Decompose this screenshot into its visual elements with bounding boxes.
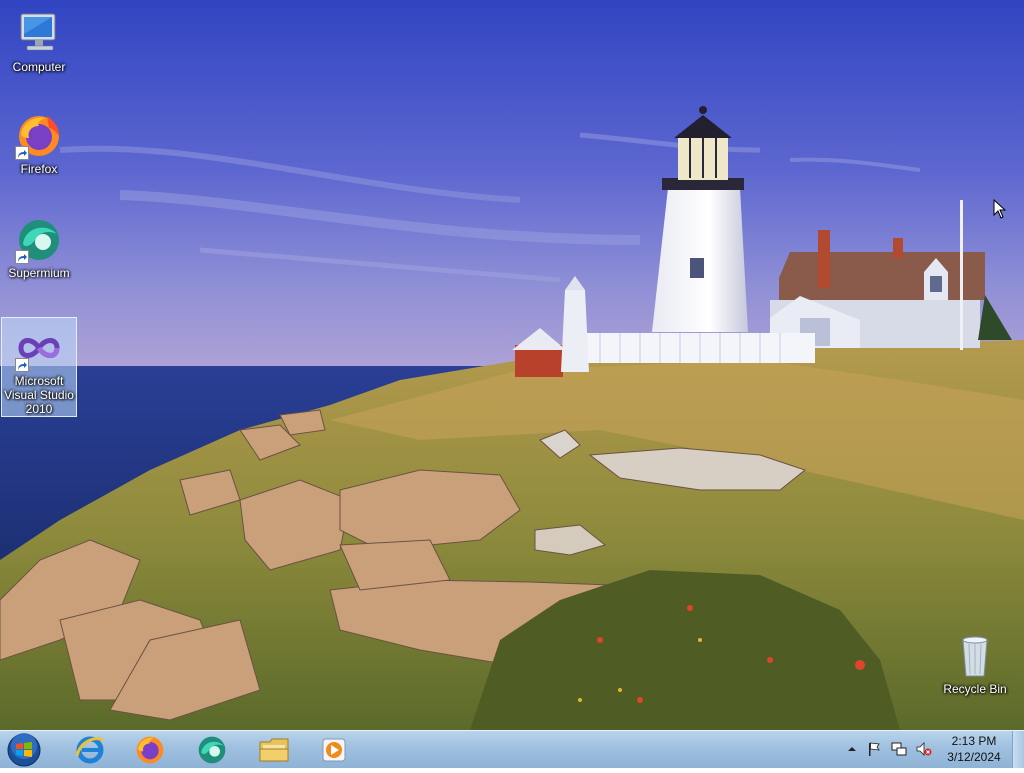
show-hidden-icons-chevron-icon[interactable] — [844, 741, 860, 757]
desktop-icon-supermium[interactable]: Supermium — [1, 210, 77, 282]
mouse-cursor-icon — [993, 198, 1007, 219]
desktop-icon-recycle-bin[interactable]: Recycle Bin — [937, 626, 1013, 700]
taskbar: 2:13 PM 3/12/2024 — [0, 730, 1024, 768]
folder-icon — [259, 738, 289, 761]
visual-studio-icon — [15, 324, 63, 372]
desktop-wallpaper — [0, 0, 1024, 730]
shortcut-arrow-icon — [15, 146, 29, 160]
shortcut-arrow-icon — [15, 358, 29, 372]
desktop-icon-label: Recycle Bin — [943, 682, 1007, 696]
firefox-icon — [136, 736, 164, 763]
volume-muted-icon[interactable] — [916, 741, 932, 757]
system-clock[interactable]: 2:13 PM 3/12/2024 — [940, 733, 1008, 765]
desktop-icon-label: Supermium — [8, 266, 70, 280]
desktop-icon-label: Microsoft Visual Studio 2010 — [4, 374, 74, 416]
clock-time: 2:13 PM — [951, 734, 997, 748]
taskbar-supermium[interactable] — [184, 732, 240, 767]
show-desktop-button[interactable] — [1012, 731, 1024, 768]
taskbar-media-player[interactable] — [306, 732, 362, 767]
desktop-icon-label: Firefox — [20, 162, 58, 176]
supermium-icon — [15, 216, 63, 264]
desktop-icon-label: Computer — [12, 60, 66, 74]
network-icon[interactable] — [891, 741, 907, 757]
desktop-icon-firefox[interactable]: Firefox — [1, 106, 77, 178]
recycle-bin-icon — [951, 632, 999, 680]
start-button[interactable] — [6, 732, 42, 768]
action-center-flag-icon[interactable] — [866, 741, 882, 757]
taskbar-firefox[interactable] — [122, 732, 178, 767]
taskbar-internet-explorer[interactable] — [62, 732, 118, 767]
media-player-icon — [322, 738, 346, 761]
internet-explorer-icon — [75, 736, 104, 763]
firefox-icon — [15, 112, 63, 160]
taskbar-windows-explorer[interactable] — [246, 732, 302, 767]
desktop-icon-computer[interactable]: Computer — [1, 4, 77, 74]
desktop-icon-visual-studio[interactable]: Microsoft Visual Studio 2010 — [1, 317, 77, 417]
clock-date: 3/12/2024 — [947, 750, 1001, 764]
shortcut-arrow-icon — [15, 250, 29, 264]
computer-icon — [15, 10, 63, 58]
supermium-icon — [198, 736, 226, 763]
